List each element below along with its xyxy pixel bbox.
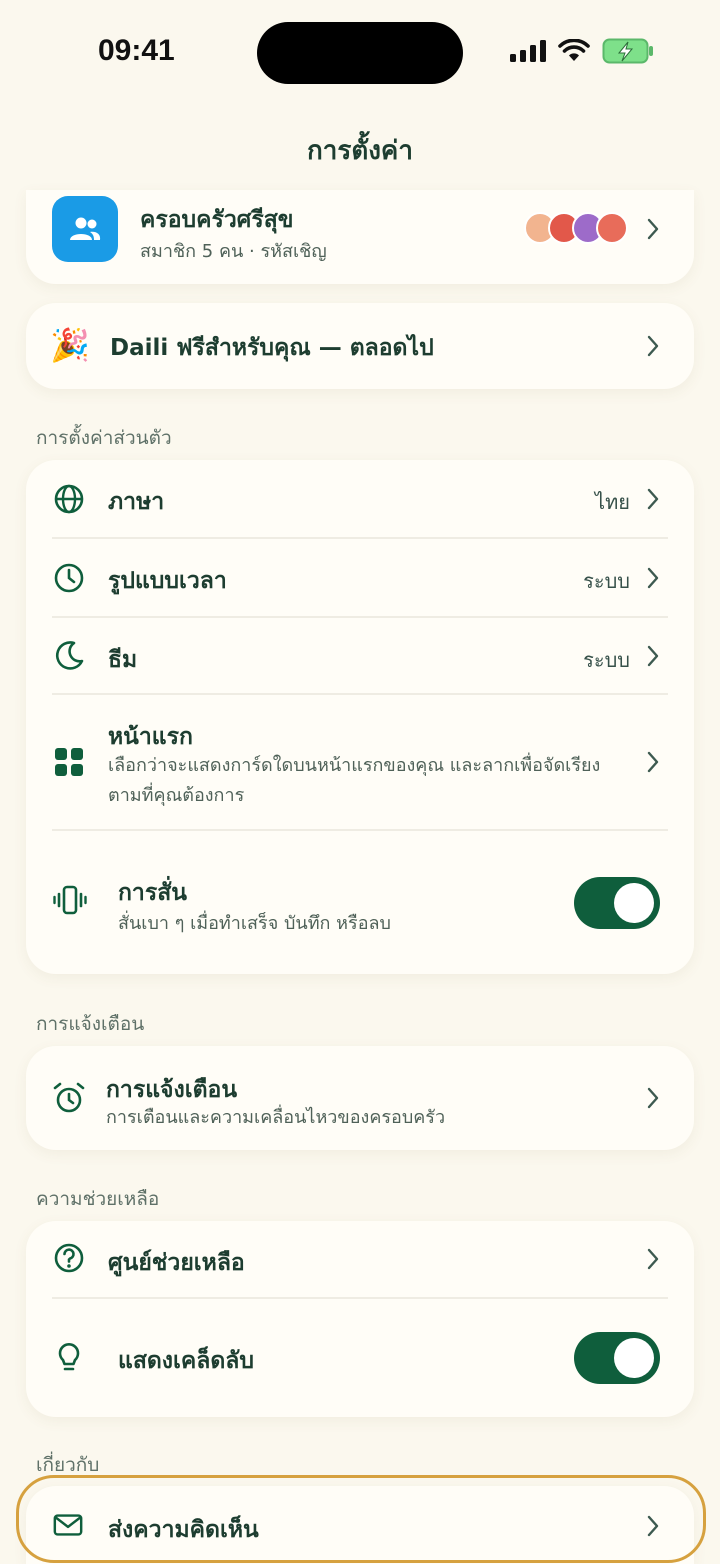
chevron-right-icon	[647, 335, 659, 357]
notifications-sub: การเตือนและความเคลื่อนไหวของครอบครัว	[106, 1107, 446, 1128]
help-center-row[interactable]: ศูนย์ช่วยเหลือ	[26, 1221, 694, 1297]
signal-icon	[510, 40, 546, 62]
toggle-knob	[614, 883, 654, 923]
section-header-notifications: การแจ้งเตือน	[36, 1013, 145, 1035]
tips-toggle[interactable]	[574, 1332, 660, 1384]
chevron-right-icon	[647, 1248, 659, 1270]
party-popper-icon: 🎉	[50, 326, 90, 364]
family-icon	[52, 196, 118, 262]
lightbulb-icon	[58, 1343, 80, 1371]
haptics-toggle[interactable]	[574, 877, 660, 929]
notifications-row[interactable]: การแจ้งเตือน การเตือนและความเคลื่อนไหวขอ…	[26, 1046, 694, 1150]
tips-label: แสดงเคล็ดลับ	[118, 1348, 255, 1374]
chevron-right-icon	[647, 218, 659, 240]
promo-label: Daili ฟรีสำหรับคุณ — ตลอดไป	[110, 335, 434, 361]
tips-row: แสดงเคล็ดลับ	[26, 1299, 694, 1417]
home-sub-line2: ตามที่คุณต้องการ	[108, 785, 245, 806]
battery-charging-icon	[602, 38, 653, 64]
language-label: ภาษา	[108, 489, 165, 515]
notifications-card: การแจ้งเตือน การเตือนและความเคลื่อนไหวขอ…	[26, 1046, 694, 1150]
haptics-label: การสั่น	[118, 880, 187, 906]
language-row[interactable]: ภาษา ไทย	[26, 460, 694, 538]
theme-label: ธีม	[108, 647, 138, 673]
chevron-right-icon	[647, 645, 659, 667]
theme-row[interactable]: ธีม ระบบ	[26, 618, 694, 694]
clock-icon	[54, 563, 84, 593]
grid-icon	[55, 748, 83, 776]
home-label: หน้าแรก	[108, 724, 193, 750]
section-header-personal: การตั้งค่าส่วนตัว	[36, 427, 172, 449]
help-card: ศูนย์ช่วยเหลือ แสดงเคล็ดลับ	[26, 1221, 694, 1417]
dynamic-island	[257, 22, 463, 84]
home-row[interactable]: หน้าแรก เลือกว่าจะแสดงการ์ดใดบนหน้าแรกขอ…	[26, 695, 694, 829]
chevron-right-icon	[647, 751, 659, 773]
page-title: การตั้งค่า	[307, 136, 413, 166]
wifi-icon	[558, 39, 590, 61]
help-circle-icon	[54, 1243, 84, 1273]
toggle-knob	[614, 1338, 654, 1378]
language-value: ไทย	[595, 490, 630, 514]
avatar	[596, 212, 628, 244]
personal-settings-card: ภาษา ไทย รูปแบบเวลา ระบบ ธีม ระบบ หน้าแร…	[26, 460, 694, 974]
status-icons	[510, 38, 654, 64]
vibrate-icon	[53, 885, 87, 915]
family-sub: สมาชิก 5 คน · รหัสเชิญ	[140, 241, 327, 262]
time-format-label: รูปแบบเวลา	[108, 568, 227, 594]
help-center-label: ศูนย์ช่วยเหลือ	[108, 1250, 245, 1276]
chevron-right-icon	[647, 1087, 659, 1109]
promo-card[interactable]: 🎉 Daili ฟรีสำหรับคุณ — ตลอดไป	[26, 303, 694, 389]
haptics-row: การสั่น สั่นเบา ๆ เมื่อทำเสร็จ บันทึก หร…	[26, 831, 694, 974]
chevron-right-icon	[647, 567, 659, 589]
status-bar: 09:41	[0, 0, 720, 110]
moon-icon	[55, 641, 84, 670]
alarm-clock-icon	[53, 1082, 85, 1113]
section-header-help: ความช่วยเหลือ	[36, 1188, 160, 1210]
haptics-sub: สั่นเบา ๆ เมื่อทำเสร็จ บันทึก หรือลบ	[118, 913, 391, 934]
globe-icon	[54, 484, 84, 514]
time-format-value: ระบบ	[583, 569, 630, 593]
theme-value: ระบบ	[583, 648, 630, 672]
home-sub-line1: เลือกว่าจะแสดงการ์ดใดบนหน้าแรกของคุณ และ…	[108, 755, 601, 776]
chevron-right-icon	[647, 488, 659, 510]
feedback-highlight-ring	[16, 1475, 706, 1563]
family-name: ครอบครัวศรีสุข	[140, 207, 294, 233]
time-format-row[interactable]: รูปแบบเวลา ระบบ	[26, 539, 694, 617]
status-time: 09:41	[98, 34, 175, 67]
